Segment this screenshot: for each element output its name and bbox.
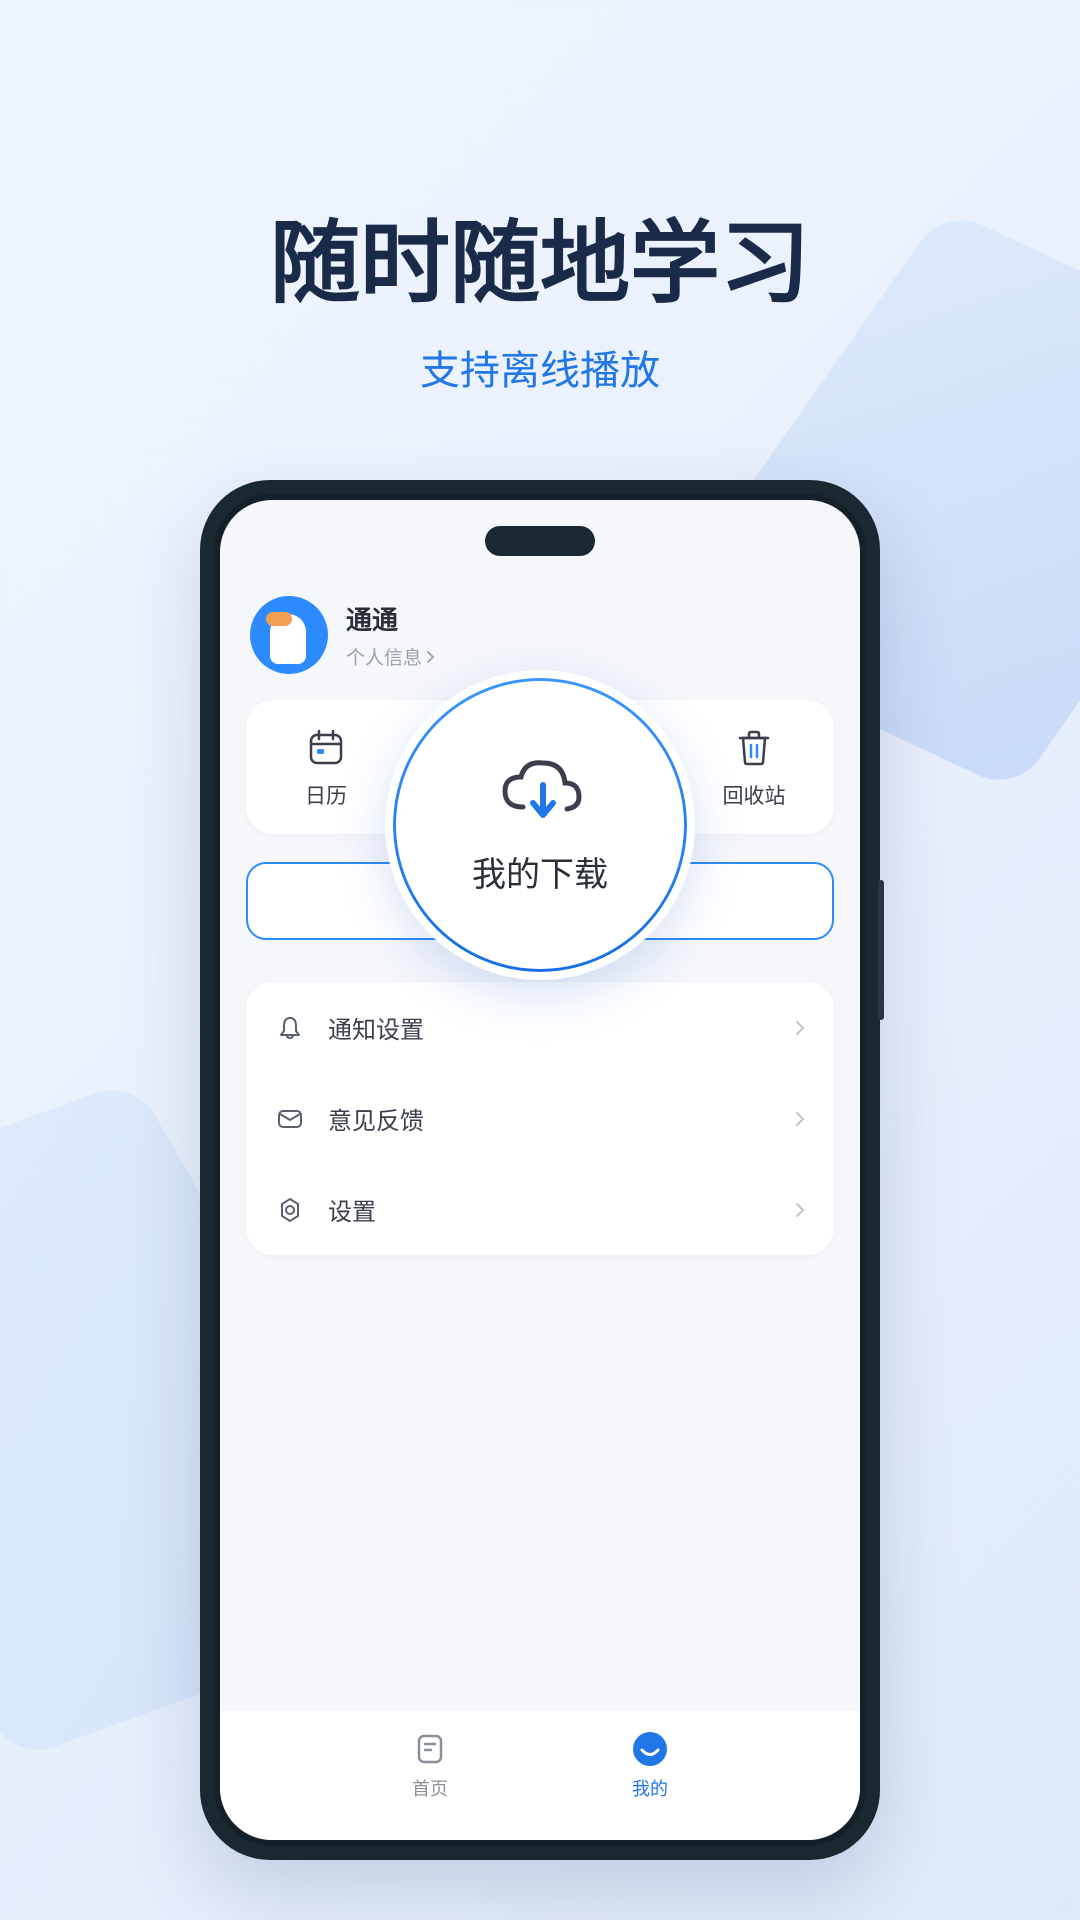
chevron-right-icon	[794, 1019, 806, 1037]
settings-list: 通知设置 意见反馈	[246, 982, 834, 1255]
calendar-icon	[305, 726, 347, 768]
settings-label: 设置	[328, 1192, 772, 1227]
settings-item[interactable]: 设置	[246, 1164, 834, 1255]
document-icon	[410, 1729, 450, 1769]
avatar[interactable]	[250, 596, 328, 674]
recycle-action[interactable]: 回收站	[684, 726, 824, 810]
notifications-item[interactable]: 通知设置	[246, 982, 834, 1073]
hero-subtitle: 支持离线播放	[0, 338, 1080, 396]
chevron-right-icon	[426, 650, 436, 664]
chevron-right-icon	[794, 1201, 806, 1219]
notifications-label: 通知设置	[328, 1010, 772, 1045]
nav-mine-label: 我的	[632, 1775, 668, 1801]
profile-info-label: 个人信息	[346, 643, 422, 670]
gear-icon	[274, 1194, 306, 1226]
nav-mine[interactable]: 我的	[630, 1729, 670, 1801]
calendar-label: 日历	[305, 780, 347, 810]
smile-icon	[630, 1729, 670, 1769]
cloud-download-icon	[495, 755, 585, 825]
hero-title: 随时随地学习	[0, 190, 1080, 320]
mail-icon	[274, 1103, 306, 1135]
recycle-label: 回收站	[723, 780, 786, 810]
trash-icon	[733, 726, 775, 768]
feature-label: 我的下载	[472, 847, 608, 896]
feature-download-highlight: 我的下载	[385, 670, 695, 980]
feedback-item[interactable]: 意见反馈	[246, 1073, 834, 1164]
phone-power-button	[878, 880, 884, 1020]
nav-home-label: 首页	[412, 1775, 448, 1801]
calendar-action[interactable]: 日历	[256, 726, 396, 810]
profile-name: 通通	[346, 600, 436, 637]
chevron-right-icon	[794, 1110, 806, 1128]
profile-info-link[interactable]: 个人信息	[346, 643, 436, 670]
bell-icon	[274, 1012, 306, 1044]
nav-home[interactable]: 首页	[410, 1729, 450, 1801]
bottom-nav: 首页 我的	[220, 1710, 860, 1840]
feedback-label: 意见反馈	[328, 1101, 772, 1136]
